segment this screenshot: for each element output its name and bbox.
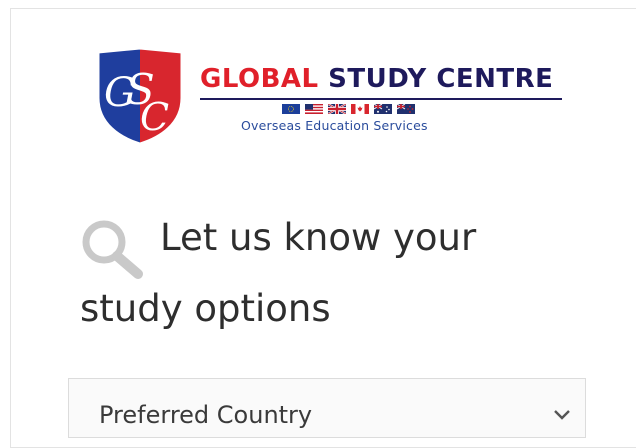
brand-name-centre: CENTRE bbox=[436, 64, 554, 94]
chevron-down-icon bbox=[554, 410, 570, 420]
search-icon bbox=[82, 220, 143, 279]
uk-flag-icon bbox=[328, 104, 346, 114]
section-heading-line-2: study options bbox=[80, 287, 331, 330]
australia-flag-icon bbox=[374, 104, 392, 114]
new-zealand-flag-icon bbox=[397, 104, 415, 114]
gsc-shield-icon: G S C bbox=[96, 46, 184, 146]
usa-flag-icon bbox=[305, 104, 323, 114]
preferred-country-select[interactable]: Preferred Country bbox=[68, 378, 586, 438]
global-study-centre-logo[interactable]: G S C GLOBAL STUDY CENTRE Overseas Educa… bbox=[94, 46, 574, 146]
country-flags bbox=[282, 104, 415, 116]
brand-underline bbox=[200, 98, 562, 100]
section-heading-line-1: Let us know your bbox=[160, 216, 477, 259]
preferred-country-value: Preferred Country bbox=[99, 401, 313, 429]
canada-flag-icon bbox=[351, 104, 369, 114]
brand-tagline: Overseas Education Services bbox=[241, 118, 428, 133]
brand-name: GLOBAL STUDY CENTRE bbox=[200, 66, 553, 92]
brand-name-study: STUDY bbox=[328, 64, 427, 94]
eu-flag-icon bbox=[282, 104, 300, 114]
svg-text:C: C bbox=[140, 95, 169, 139]
brand-name-global: GLOBAL bbox=[200, 64, 319, 94]
